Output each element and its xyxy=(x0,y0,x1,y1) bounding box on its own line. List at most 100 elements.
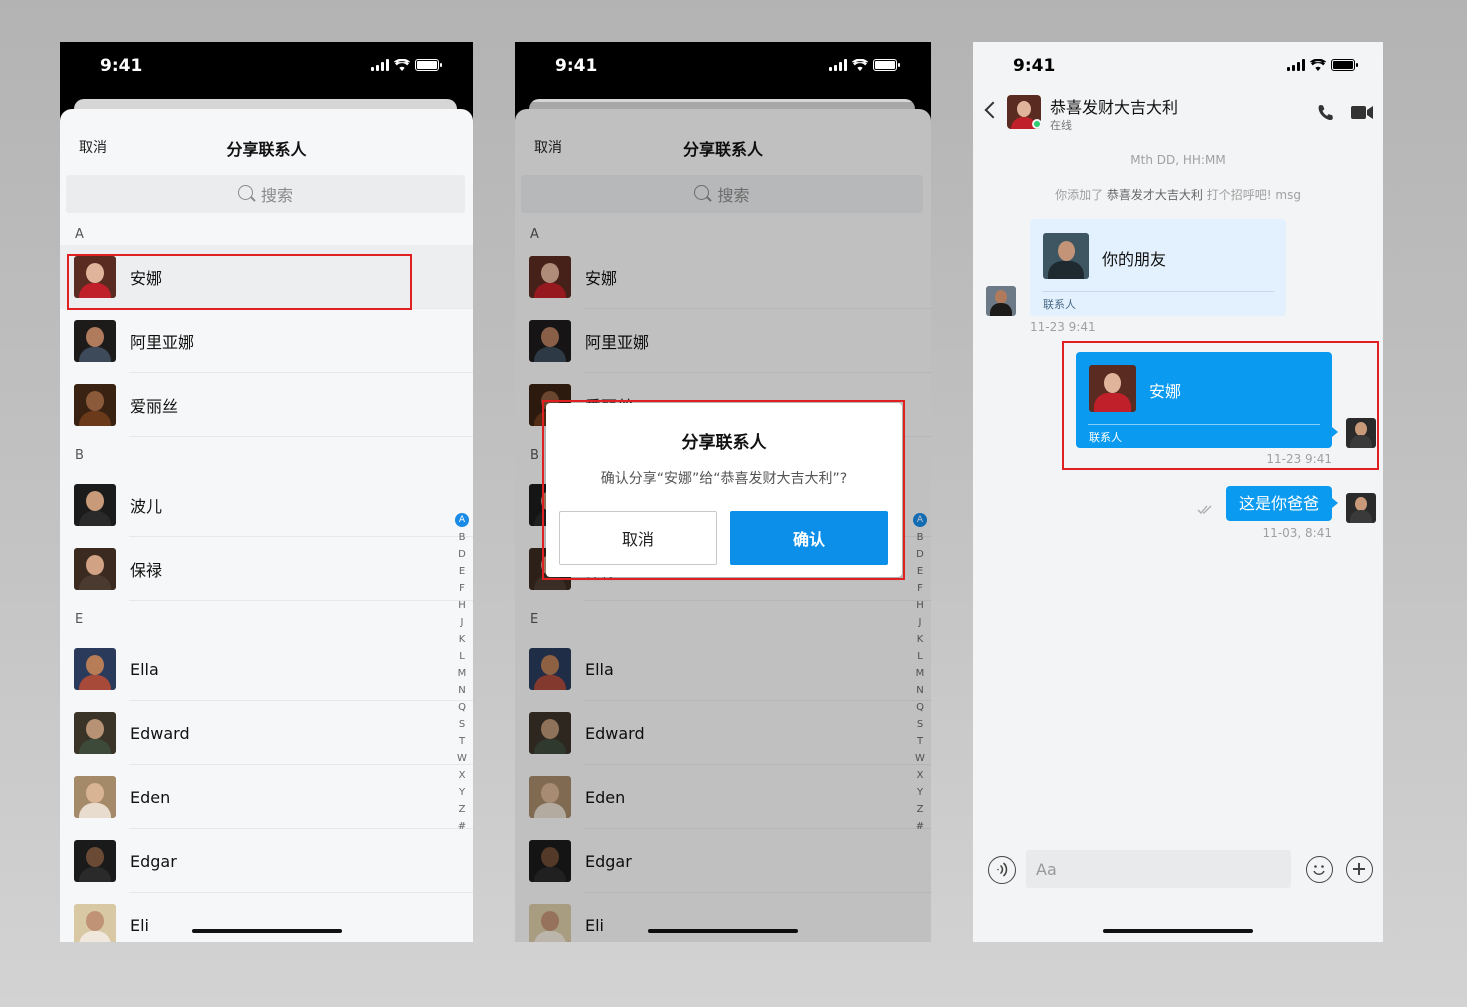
message-timestamp: 11-03, 8:41 xyxy=(1262,526,1332,540)
home-indicator xyxy=(1103,929,1253,933)
index-letter[interactable]: A xyxy=(455,513,469,527)
share-sheet: 取消 分享联系人 搜索 A安娜阿里亚娜爱丽丝B波儿保禄EEllaEdwardEd… xyxy=(60,109,473,942)
index-letter[interactable]: Q xyxy=(458,699,466,716)
contact-avatar xyxy=(74,320,116,362)
search-input[interactable]: 搜索 xyxy=(66,175,465,213)
contact-avatar xyxy=(74,484,116,526)
wifi-icon xyxy=(1310,59,1326,71)
read-receipt-icon xyxy=(1197,505,1212,514)
index-letter[interactable]: Z xyxy=(459,801,466,818)
share-contact-screen: 9:41 取消 分享联系人 搜索 A 安娜 阿里亚娜 爱丽丝 B 波儿 保禄 E Ella Edw… xyxy=(60,42,473,942)
my-avatar[interactable] xyxy=(1346,493,1376,523)
contact-name: 保禄 xyxy=(130,561,163,580)
contact-avatar xyxy=(74,776,116,818)
wifi-icon xyxy=(394,59,410,71)
contact-list: A安娜阿里亚娜爱丽丝B波儿保禄EEllaEdwardEdenEdgarEli xyxy=(60,225,473,942)
add-attachment-icon[interactable] xyxy=(1346,856,1373,883)
status-time: 9:41 xyxy=(1013,56,1056,76)
contact-avatar xyxy=(74,840,116,882)
back-icon[interactable] xyxy=(984,101,1002,119)
contact-avatar xyxy=(74,712,116,754)
chat-screen: 9:41 恭喜发财大吉大利 在线 Mth DD, HH:MM 你添加了 恭喜发才… xyxy=(973,42,1383,942)
system-msg-prefix: 你添加了 xyxy=(1055,188,1104,202)
contact-name: Ella xyxy=(130,659,159,679)
card-avatar xyxy=(1043,233,1089,279)
highlight-box xyxy=(1062,341,1379,470)
index-letter[interactable]: Y xyxy=(459,784,465,801)
battery-icon xyxy=(415,59,442,71)
online-indicator xyxy=(1032,119,1042,129)
index-letter[interactable]: E xyxy=(459,563,465,580)
highlight-box xyxy=(542,400,905,580)
sheet-title: 分享联系人 xyxy=(226,140,307,159)
phone-call-icon[interactable] xyxy=(1317,104,1333,122)
video-call-icon[interactable] xyxy=(1351,105,1373,120)
section-header: A xyxy=(75,227,84,242)
signal-icon xyxy=(1287,59,1305,71)
system-message: 你添加了 恭喜发才大吉大利 打个招呼吧! msg xyxy=(973,186,1383,203)
index-letter[interactable]: T xyxy=(459,733,465,750)
contact-name: Edgar xyxy=(130,851,177,871)
alphabet-index[interactable]: A B D E F H J K L M N Q S T W X Y Z # xyxy=(455,512,469,835)
contact-avatar[interactable] xyxy=(986,286,1016,316)
contact-row[interactable]: Ella xyxy=(60,637,473,701)
input-bar xyxy=(973,850,1383,900)
section-header: B xyxy=(75,447,84,463)
contact-avatar xyxy=(74,548,116,590)
battery-icon xyxy=(873,59,900,71)
battery-icon xyxy=(1331,59,1358,71)
contact-row[interactable]: 波儿 xyxy=(60,473,473,537)
chat-contact-name: 恭喜发财大吉大利 xyxy=(1050,98,1179,117)
emoji-icon[interactable] xyxy=(1306,856,1333,883)
contact-row[interactable]: Eden xyxy=(60,765,473,829)
status-time: 9:41 xyxy=(100,56,143,76)
chat-contact-status: 在线 xyxy=(1050,119,1072,132)
system-timestamp: Mth DD, HH:MM xyxy=(1130,153,1226,167)
contact-row[interactable]: Edgar xyxy=(60,829,473,893)
search-placeholder: 搜索 xyxy=(260,186,293,205)
index-letter[interactable]: L xyxy=(459,648,465,665)
share-confirm-screen: 9:41 取消 分享联系人 搜索 A安娜阿里亚娜爱丽丝B波儿保禄EEllaEdw… xyxy=(515,42,931,942)
contact-name: Eli xyxy=(130,915,149,935)
index-letter[interactable]: D xyxy=(458,546,466,563)
contact-name: 爱丽丝 xyxy=(130,397,179,416)
chat-header: 恭喜发财大吉大利 在线 xyxy=(973,92,1383,136)
index-letter[interactable]: J xyxy=(461,614,464,631)
index-letter[interactable]: K xyxy=(459,631,466,648)
status-icons xyxy=(371,59,442,71)
index-letter[interactable]: B xyxy=(459,529,466,546)
search-icon xyxy=(237,185,256,203)
index-letter[interactable]: # xyxy=(458,818,466,835)
contact-row[interactable]: 保禄 xyxy=(60,537,473,601)
contact-name: 阿里亚娜 xyxy=(130,333,195,352)
voice-icon[interactable] xyxy=(988,856,1016,884)
contact-row[interactable]: Edward xyxy=(60,701,473,765)
index-letter[interactable]: F xyxy=(459,580,465,597)
outgoing-text-bubble[interactable]: 这是你爸爸 xyxy=(1225,486,1339,521)
contact-avatar xyxy=(74,904,116,942)
index-letter[interactable]: M xyxy=(458,665,467,682)
index-letter[interactable]: X xyxy=(459,767,466,784)
signal-icon xyxy=(371,59,389,71)
message-input[interactable] xyxy=(1026,850,1291,888)
index-letter[interactable]: N xyxy=(458,682,465,699)
index-letter[interactable]: W xyxy=(457,750,467,767)
incoming-contact-card[interactable]: 你的朋友 联系人 xyxy=(1030,219,1286,316)
card-name: 你的朋友 xyxy=(1102,250,1167,269)
contact-name: 波儿 xyxy=(130,497,163,516)
system-msg-name: 恭喜发才大吉大利 xyxy=(1106,188,1203,202)
index-letter[interactable]: H xyxy=(458,597,466,614)
contact-row[interactable]: Eli xyxy=(60,893,473,942)
contact-row[interactable]: 阿里亚娜 xyxy=(60,309,473,373)
message-timestamp: 11-23 9:41 xyxy=(1030,320,1096,334)
card-divider xyxy=(1042,291,1274,292)
home-indicator xyxy=(191,929,342,933)
contact-avatar xyxy=(74,648,116,690)
contact-name: Eden xyxy=(130,787,171,807)
card-label: 联系人 xyxy=(1043,298,1076,311)
status-time: 9:41 xyxy=(555,56,598,76)
highlight-box xyxy=(67,254,412,310)
contact-row[interactable]: 爱丽丝 xyxy=(60,373,473,437)
index-letter[interactable]: S xyxy=(459,716,465,733)
section-header: E xyxy=(75,611,84,627)
